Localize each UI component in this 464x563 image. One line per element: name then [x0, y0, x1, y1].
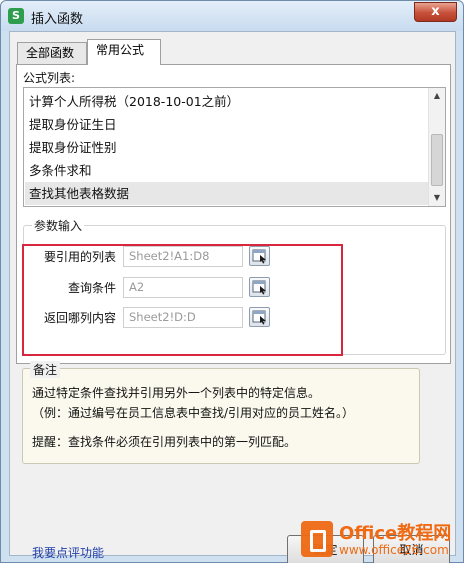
- range-select-button[interactable]: [249, 246, 270, 266]
- common-formulas-panel: 公式列表: 计算个人所得税（2018-10-01之前） 提取身份证生日 提取身份…: [16, 64, 451, 364]
- note-line: 提醒：查找条件必须在引用列表中的第一列匹配。: [32, 435, 297, 449]
- scroll-up-arrow-icon[interactable]: ▲: [429, 88, 445, 104]
- range-picker-icon: [252, 280, 266, 295]
- note-line: 通过特定条件查找并引用另外一个列表中的特定信息。: [32, 386, 321, 400]
- query-condition-input[interactable]: A2: [123, 277, 243, 298]
- window-title: 插入函数: [31, 12, 84, 27]
- close-button[interactable]: x: [414, 2, 457, 22]
- parameter-input-group: 参数输入 要引用的列表 Sheet2!A1:D8 查询条件 A2 返回哪列内容 …: [23, 217, 446, 355]
- list-item[interactable]: 提取身份证性别: [29, 136, 117, 159]
- param-label-return-column: 返回哪列内容: [43, 311, 116, 325]
- list-item[interactable]: 计算个人所得税（2018-10-01之前）: [29, 90, 239, 113]
- return-column-input[interactable]: Sheet2!D:D: [123, 307, 243, 328]
- list-item-selected[interactable]: 查找其他表格数据: [25, 182, 429, 205]
- insert-function-dialog: S 插入函数 x 全部函数 常用公式 公式列表: 计算个人所得税（2018-10…: [0, 0, 464, 563]
- notes-title: 备注: [30, 361, 61, 378]
- tab-common-formulas[interactable]: 常用公式: [87, 39, 161, 65]
- cancel-button[interactable]: 取消: [373, 535, 450, 563]
- note-line: （例：通过编号在员工信息表中查找/引用对应的员工姓名。）: [32, 406, 355, 420]
- feedback-link[interactable]: 我要点评功能: [32, 544, 104, 561]
- app-logo-icon: S: [8, 8, 24, 24]
- range-picker-icon: [252, 310, 266, 325]
- scroll-thumb[interactable]: [431, 134, 443, 186]
- scroll-down-arrow-icon[interactable]: ▼: [429, 190, 445, 206]
- formula-list[interactable]: 计算个人所得税（2018-10-01之前） 提取身份证生日 提取身份证性别 多条…: [23, 87, 446, 207]
- dialog-body: 全部函数 常用公式 公式列表: 计算个人所得税（2018-10-01之前） 提取…: [9, 31, 456, 563]
- param-label-query-condition: 查询条件: [67, 281, 116, 295]
- list-item[interactable]: 提取身份证生日: [29, 113, 117, 136]
- range-select-button[interactable]: [249, 307, 270, 327]
- parameter-group-title: 参数输入: [32, 217, 85, 234]
- ok-button[interactable]: 确定: [287, 535, 364, 563]
- range-picker-icon: [252, 249, 266, 264]
- list-item[interactable]: 多条件求和: [29, 159, 92, 182]
- range-select-button[interactable]: [249, 277, 270, 297]
- reference-list-input[interactable]: Sheet2!A1:D8: [123, 246, 243, 267]
- param-label-reference-list: 要引用的列表: [43, 250, 116, 264]
- title-bar[interactable]: S 插入函数 x: [1, 1, 463, 31]
- tab-all-functions[interactable]: 全部函数: [17, 42, 87, 64]
- formula-list-label: 公式列表:: [23, 71, 76, 85]
- list-scrollbar[interactable]: ▲ ▼: [428, 88, 445, 206]
